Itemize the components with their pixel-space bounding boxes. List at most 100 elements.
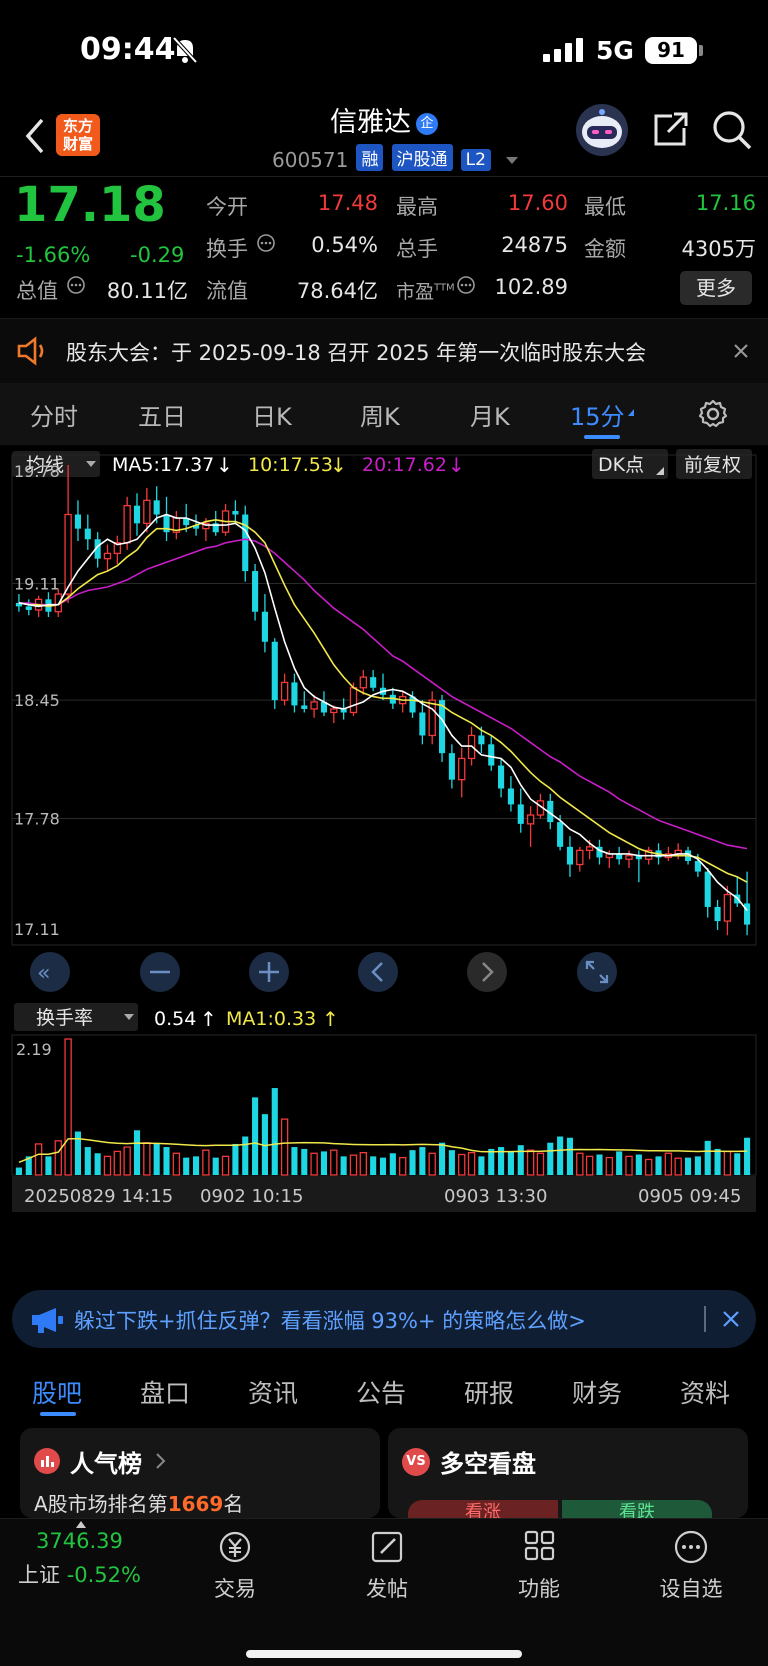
turnover-bar (635, 1154, 642, 1175)
kline-chart[interactable]: 均线 MA5:17.37 ↓ 10:17.53 ↓ 20:17.62 ↓ DK点… (0, 445, 768, 1280)
kline-chart-area[interactable]: 均线 MA5:17.37 ↓ 10:17.53 ↓ 20:17.62 ↓ DK点… (0, 445, 768, 1280)
low-value: 17.16 (695, 191, 756, 215)
index-widget[interactable]: 3746.39 上证 -0.52% (18, 1529, 168, 1589)
nav-trade-label: 交易 (214, 1577, 256, 1601)
pan-left-button[interactable] (358, 952, 398, 992)
tab-forum[interactable]: 股吧 (32, 1374, 82, 1410)
turnover-bar (232, 1143, 239, 1175)
turnover-bar (252, 1097, 259, 1175)
dk-point-label: DK点 (598, 454, 644, 476)
close-notice-icon[interactable] (733, 343, 749, 359)
notice-bar[interactable]: 股东大会：于 2025-09-18 召开 2025 年第一次临时股东大会 (0, 318, 768, 384)
more-button[interactable]: 更多 (680, 271, 752, 305)
nav-add-watchlist[interactable]: 设自选 (636, 1529, 746, 1603)
market-cap-info-icon[interactable] (66, 275, 86, 295)
stock-name: 信雅达 (329, 107, 411, 138)
notice-text: 股东大会：于 2025-09-18 召开 2025 年第一次临时股东大会 (66, 341, 647, 365)
pe-info-icon[interactable] (456, 275, 476, 295)
current-price: 17.18 (14, 177, 166, 233)
tab-15min-caret-icon[interactable] (628, 409, 634, 416)
turnover-bar (133, 1130, 141, 1175)
turnover-bar (389, 1153, 396, 1175)
index-expand-caret-icon[interactable] (76, 1521, 86, 1528)
turnover-up-arrow-icon: ↑ (200, 1007, 217, 1031)
robot-assistant-icon[interactable] (574, 102, 630, 158)
candle-body (103, 552, 112, 560)
candle-body (370, 677, 377, 688)
change-percent: -1.66% (16, 243, 91, 267)
search-icon[interactable] (710, 108, 754, 152)
share-icon[interactable] (650, 110, 690, 150)
turnover-bar (398, 1156, 407, 1176)
turnover-bar (674, 1157, 682, 1176)
turnover-bar (704, 1140, 711, 1175)
tab-financials[interactable]: 财务 (572, 1374, 622, 1410)
tab-intraday[interactable]: 分时 (30, 397, 78, 432)
nav-functions[interactable]: 功能 (484, 1529, 594, 1603)
tag-margin: 融 (356, 144, 384, 171)
tab-15min[interactable]: 15分 (570, 397, 625, 432)
bull-bear-card[interactable]: VS 多空看盘 看涨 看跌 (388, 1428, 748, 1518)
dropdown-caret-icon[interactable] (506, 157, 519, 164)
tab-order-book[interactable]: 盘口 (140, 1374, 190, 1410)
turnover-bar (723, 1150, 732, 1176)
turnover-bar (153, 1143, 160, 1175)
turnover-bar (644, 1158, 653, 1176)
nav-post[interactable]: 发帖 (332, 1529, 442, 1603)
tab-announcements[interactable]: 公告 (356, 1374, 406, 1410)
turnover-bar (84, 1147, 91, 1175)
tab-daily[interactable]: 日K (252, 397, 292, 432)
candle-body (310, 701, 318, 710)
turnover-bar (478, 1156, 485, 1175)
open-label: 今开 (206, 195, 248, 219)
turnover-bar (655, 1156, 662, 1175)
turnover-bar (370, 1156, 377, 1175)
bear-button[interactable]: 看跌 (562, 1500, 712, 1518)
info-tabs: 股吧 盘口 资讯 公告 研报 财务 资料 (0, 1360, 768, 1420)
pan-right-button[interactable] (467, 952, 507, 992)
turnover-bar (526, 1149, 535, 1176)
chart-settings-gear-icon[interactable] (698, 399, 728, 429)
float-cap-label: 流值 (206, 279, 248, 303)
market-cap-value: 80.11亿 (106, 279, 188, 303)
tab-weekly[interactable]: 周K (360, 397, 400, 432)
time-axis-label: 0905 09:45 (638, 1186, 741, 1207)
turnover-label: 换手 (206, 237, 248, 261)
strategy-promo-banner[interactable]: 躲过下跌+抓住反弹？看看涨幅 93%+ 的策略怎么做> (12, 1290, 756, 1348)
float-cap-value: 78.64亿 (296, 279, 378, 303)
turnover-bar (113, 1150, 122, 1176)
candle-body (261, 611, 268, 642)
turnover-bar (163, 1147, 170, 1175)
price-axis-label: 17.78 (14, 810, 60, 829)
candle-body (301, 705, 308, 709)
turnover-bar (409, 1150, 416, 1175)
nav-trade[interactable]: 交易 (180, 1529, 290, 1603)
index-value: 3746.39 (36, 1529, 123, 1553)
pe-value: 102.89 (494, 275, 568, 299)
turnover-info-icon[interactable] (256, 233, 276, 253)
candle-body (517, 804, 524, 824)
fullscreen-button[interactable] (577, 952, 617, 992)
turnover-value: 0.54% (311, 233, 378, 257)
tab-profile[interactable]: 资料 (680, 1374, 730, 1410)
turnover-bar (143, 1142, 151, 1176)
candle-body (280, 681, 289, 701)
high-label: 最高 (396, 195, 438, 219)
close-promo-icon[interactable] (722, 1310, 740, 1328)
ma20-legend: 20:17.62 (362, 454, 447, 476)
tab-five-day[interactable]: 五日 (138, 397, 186, 432)
bull-button[interactable]: 看涨 (408, 1500, 558, 1518)
candle-body (349, 687, 358, 714)
tab-research[interactable]: 研报 (464, 1374, 514, 1410)
turnover-bar (507, 1151, 514, 1175)
popularity-card[interactable]: 人气榜 A股市场排名第1669名 (20, 1428, 380, 1518)
turnover-bar (744, 1137, 751, 1175)
compose-icon (371, 1531, 403, 1563)
pe-label-text: 市盈 (396, 281, 435, 303)
turnover-bar (123, 1146, 131, 1176)
tab-monthly[interactable]: 月K (470, 397, 510, 432)
tab-news[interactable]: 资讯 (248, 1374, 298, 1410)
market-cap-label: 总值 (16, 279, 58, 303)
candle-body (84, 528, 91, 540)
turnover-bar (576, 1152, 584, 1176)
